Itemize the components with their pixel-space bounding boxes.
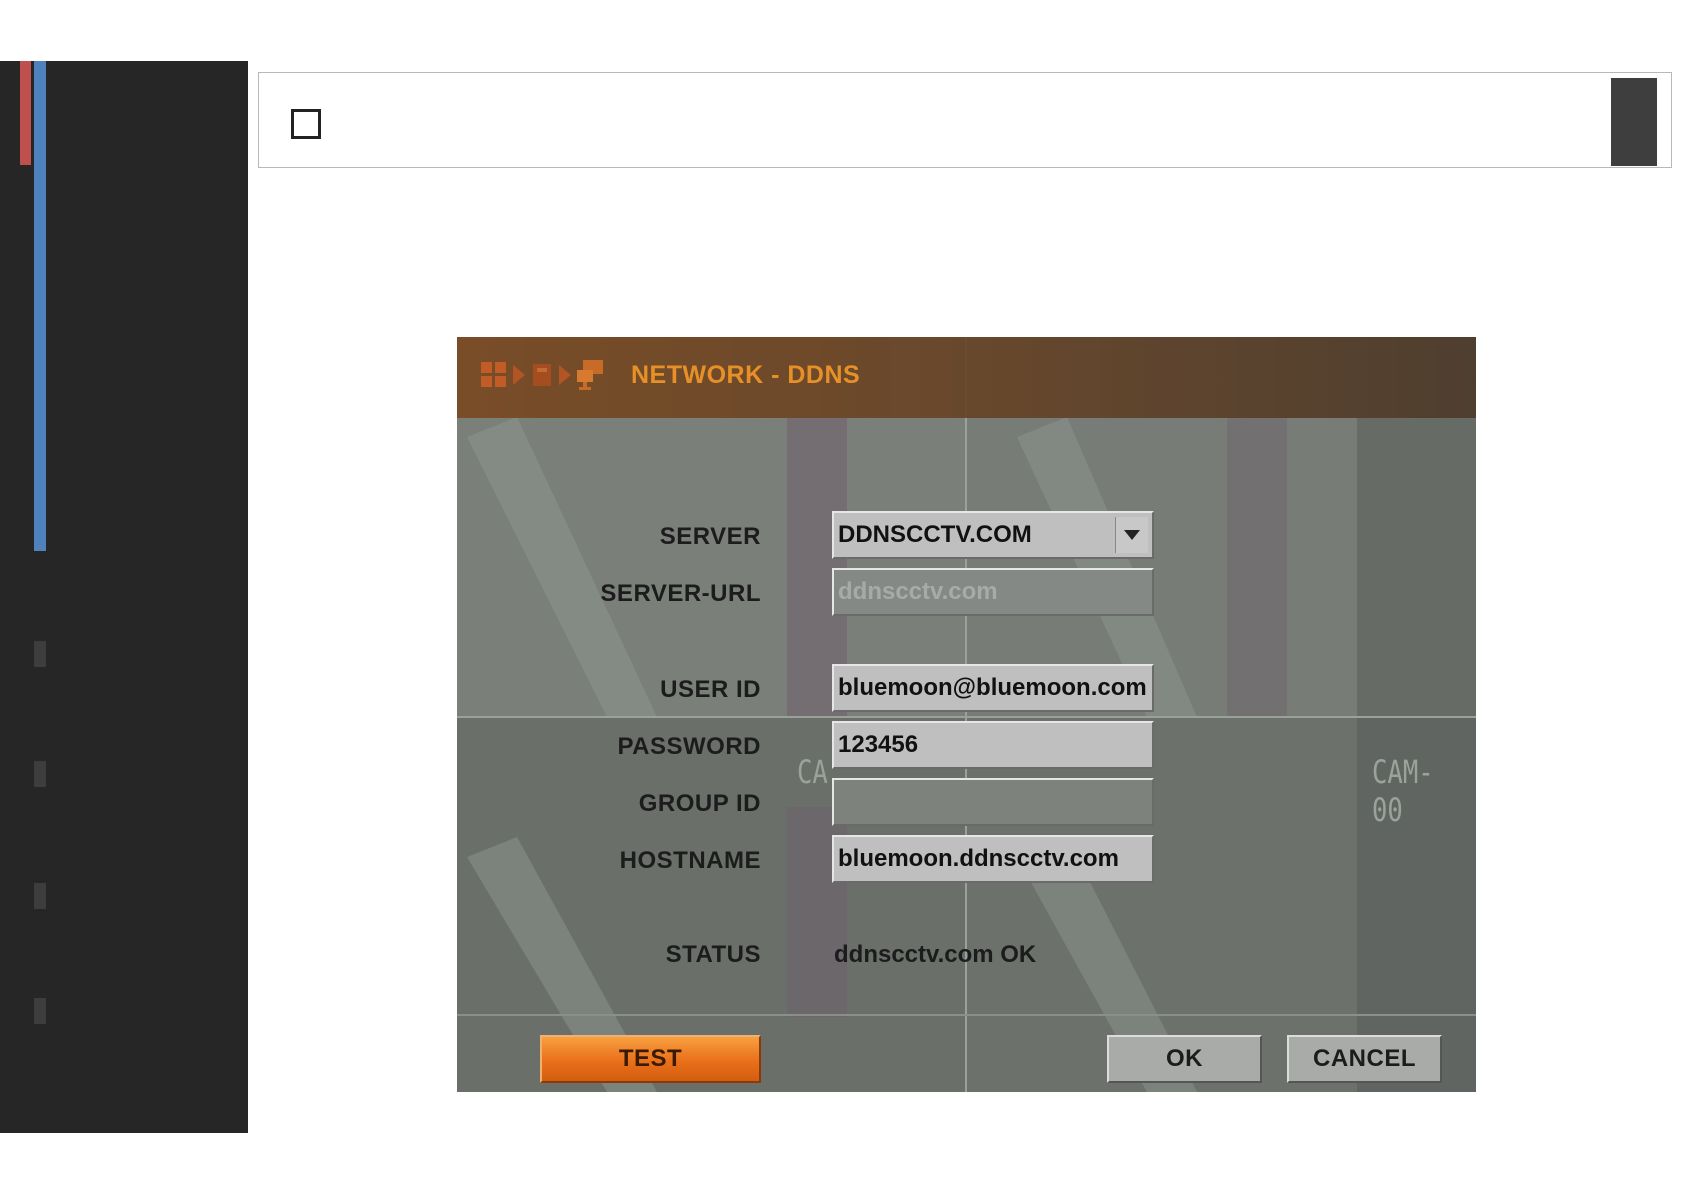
server-url-field: ddnscctv.com bbox=[832, 568, 1154, 616]
ddns-settings-dialog: NETWORK - DDNS CA CAM-00 SERVER DDNSCCTV… bbox=[457, 337, 1476, 1092]
cancel-button[interactable]: CANCEL bbox=[1287, 1035, 1442, 1083]
sidebar-marker bbox=[34, 761, 46, 787]
camera-label: CAM-00 bbox=[1372, 753, 1434, 829]
camera-label: CA bbox=[797, 753, 828, 791]
chevron-right-icon bbox=[513, 364, 525, 390]
user-id-input[interactable]: bluemoon@bluemoon.com bbox=[832, 664, 1154, 712]
group-id-input[interactable] bbox=[832, 778, 1154, 826]
setup-icon bbox=[531, 362, 553, 393]
password-label: PASSWORD bbox=[617, 733, 761, 760]
server-url-label: SERVER-URL bbox=[600, 580, 761, 607]
group-id-label: GROUP ID bbox=[638, 790, 761, 817]
progress-bar-blue bbox=[34, 61, 46, 551]
slide-sidebar bbox=[0, 61, 248, 1133]
camera-background bbox=[457, 337, 1476, 1092]
ok-button[interactable]: OK bbox=[1107, 1035, 1262, 1083]
progress-bar-red bbox=[20, 61, 31, 165]
divider bbox=[457, 1014, 1476, 1016]
password-input[interactable]: 123456 bbox=[832, 721, 1154, 769]
dialog-title: NETWORK - DDNS bbox=[631, 361, 861, 389]
checkbox-icon bbox=[291, 109, 321, 139]
dialog-titlebar: NETWORK - DDNS bbox=[457, 337, 1476, 418]
header-tab-block bbox=[1611, 78, 1657, 166]
server-value: DDNSCCTV.COM bbox=[838, 521, 1032, 548]
chevron-right-icon bbox=[559, 364, 571, 390]
server-select[interactable]: DDNSCCTV.COM bbox=[832, 511, 1154, 559]
sidebar-marker bbox=[34, 641, 46, 667]
hostname-label: HOSTNAME bbox=[619, 847, 761, 874]
chevron-down-icon[interactable] bbox=[1115, 517, 1148, 553]
hostname-input[interactable]: bluemoon.ddnscctv.com bbox=[832, 835, 1154, 883]
test-button[interactable]: TEST bbox=[540, 1035, 761, 1083]
home-icon bbox=[481, 361, 507, 393]
breadcrumb-icons bbox=[481, 359, 605, 395]
user-id-label: USER ID bbox=[660, 676, 761, 703]
status-label: STATUS bbox=[665, 941, 761, 968]
network-icon bbox=[577, 359, 605, 395]
sidebar-marker bbox=[34, 883, 46, 909]
server-label: SERVER bbox=[659, 523, 761, 550]
sidebar-marker bbox=[34, 998, 46, 1024]
status-value: ddnscctv.com OK bbox=[834, 941, 1037, 968]
slide-header bbox=[258, 72, 1672, 168]
